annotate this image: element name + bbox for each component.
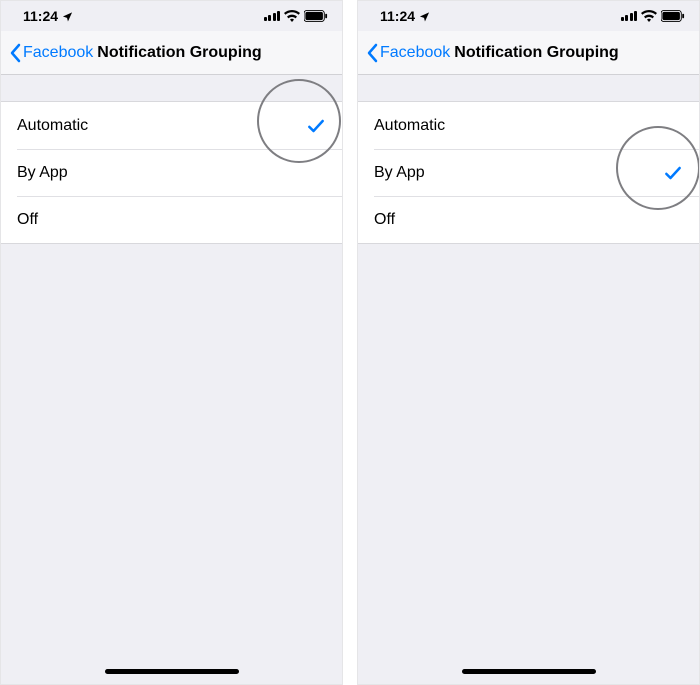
option-label: Automatic: [17, 117, 88, 135]
grouping-options-list: Automatic By App Off: [358, 101, 699, 244]
option-label: Off: [374, 211, 395, 229]
battery-icon: [661, 10, 685, 22]
chevron-left-icon: [366, 43, 378, 63]
option-by-app[interactable]: By App: [1, 149, 342, 196]
option-label: Automatic: [374, 117, 445, 135]
option-by-app[interactable]: By App: [358, 149, 699, 196]
back-button[interactable]: Facebook: [9, 43, 93, 63]
cell-signal-icon: [264, 11, 281, 21]
option-automatic[interactable]: Automatic: [1, 102, 342, 149]
wifi-icon: [641, 10, 657, 22]
back-label: Facebook: [380, 44, 450, 62]
status-bar: 11:24: [358, 1, 699, 31]
check-icon: [306, 116, 326, 136]
check-icon: [663, 163, 683, 183]
page-title: Notification Grouping: [97, 44, 261, 62]
location-icon: [62, 11, 73, 22]
phone-screen-left: 11:24 Facebook Notification Grouping Aut…: [0, 0, 343, 685]
home-indicator[interactable]: [462, 669, 596, 674]
battery-icon: [304, 10, 328, 22]
option-label: By App: [17, 164, 68, 182]
status-time: 11:24: [380, 8, 415, 24]
option-automatic[interactable]: Automatic: [358, 102, 699, 149]
nav-bar: Facebook Notification Grouping: [358, 31, 699, 75]
option-off[interactable]: Off: [358, 196, 699, 243]
option-off[interactable]: Off: [1, 196, 342, 243]
chevron-left-icon: [9, 43, 21, 63]
location-icon: [419, 11, 430, 22]
nav-bar: Facebook Notification Grouping: [1, 31, 342, 75]
back-label: Facebook: [23, 44, 93, 62]
grouping-options-list: Automatic By App Off: [1, 101, 342, 244]
page-title: Notification Grouping: [454, 44, 618, 62]
status-time: 11:24: [23, 8, 58, 24]
phone-screen-right: 11:24 Facebook Notification Grouping Aut…: [357, 0, 700, 685]
option-label: Off: [17, 211, 38, 229]
home-indicator[interactable]: [105, 669, 239, 674]
wifi-icon: [284, 10, 300, 22]
option-label: By App: [374, 164, 425, 182]
cell-signal-icon: [621, 11, 638, 21]
back-button[interactable]: Facebook: [366, 43, 450, 63]
status-bar: 11:24: [1, 1, 342, 31]
